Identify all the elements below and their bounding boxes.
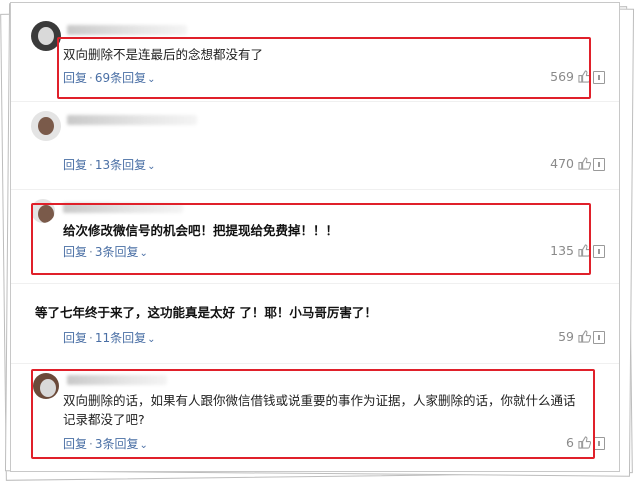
reply-link[interactable]: 回复 · 3条回复⌄ <box>63 243 148 260</box>
like-count: 135 <box>550 243 574 258</box>
report-icon[interactable] <box>593 71 605 84</box>
chevron-down-icon[interactable]: ⌄ <box>147 74 155 85</box>
username-blurred <box>67 375 167 385</box>
chevron-down-icon[interactable]: ⌄ <box>147 161 155 172</box>
like-count: 6 <box>566 435 574 450</box>
like-control[interactable]: 59 <box>558 329 591 344</box>
like-control[interactable]: 6 <box>566 435 591 450</box>
like-count: 59 <box>558 329 574 344</box>
like-control[interactable]: 470 <box>550 156 591 171</box>
reply-count[interactable]: 13条回复 <box>95 158 146 172</box>
reply-link[interactable]: 回复 · 13条回复⌄ <box>63 156 156 173</box>
thumbs-up-icon[interactable] <box>578 157 591 170</box>
comment-item: 双向删除不是连最后的念想都没有了 回复 · 69条回复⌄ 569 <box>11 3 619 99</box>
thumbs-up-icon[interactable] <box>578 330 591 343</box>
avatar[interactable] <box>33 373 59 399</box>
reply-link[interactable]: 回复 · 3条回复⌄ <box>63 435 148 452</box>
like-control[interactable]: 135 <box>550 243 591 258</box>
comment-text: 双向删除的话，如果有人跟你微信借钱或说重要的事作为证据，人家删除的话，你就什么通… <box>63 393 576 427</box>
report-icon[interactable] <box>593 331 605 344</box>
reply-label[interactable]: 回复 <box>63 331 87 345</box>
thumbs-up-icon[interactable] <box>578 436 591 449</box>
comment-text: 双向删除不是连最后的念想都没有了 <box>63 47 264 62</box>
avatar[interactable] <box>31 111 61 141</box>
like-control[interactable]: 569 <box>550 69 591 84</box>
chevron-down-icon[interactable]: ⌄ <box>139 440 147 451</box>
report-icon[interactable] <box>593 158 605 171</box>
comment-item: 给次修改微信号的机会吧！把提现给免费掉！！！ 回复 · 3条回复⌄ 135 <box>11 191 619 275</box>
reply-link[interactable]: 回复 · 11条回复⌄ <box>63 329 156 346</box>
divider <box>11 189 619 190</box>
reply-link[interactable]: 回复 · 69条回复⌄ <box>63 69 156 86</box>
avatar[interactable] <box>31 199 55 223</box>
comment-text: 等了七年终于来了，这功能真是太好 了！耶！小马哥厉害了！ <box>35 305 377 320</box>
report-icon[interactable] <box>593 437 605 450</box>
reply-label[interactable]: 回复 <box>63 71 87 85</box>
comment-item: 回复 · 13条回复⌄ 470 <box>11 103 619 191</box>
username-blurred <box>63 203 183 213</box>
reply-count[interactable]: 69条回复 <box>95 71 146 85</box>
comment-item: 双向删除的话，如果有人跟你微信借钱或说重要的事作为证据，人家删除的话，你就什么通… <box>11 365 619 465</box>
reply-label[interactable]: 回复 <box>63 245 87 259</box>
comment-list: 双向删除不是连最后的念想都没有了 回复 · 69条回复⌄ 569 回复 · 13条回复⌄… <box>10 2 620 472</box>
report-icon[interactable] <box>593 245 605 258</box>
divider <box>11 101 619 102</box>
reply-label[interactable]: 回复 <box>63 437 87 451</box>
reply-count[interactable]: 3条回复 <box>95 245 139 259</box>
divider <box>11 363 619 364</box>
reply-label[interactable]: 回复 <box>63 158 87 172</box>
like-count: 569 <box>550 69 574 84</box>
chevron-down-icon[interactable]: ⌄ <box>147 334 155 345</box>
username-blurred <box>67 115 197 125</box>
comment-item: 等了七年终于来了，这功能真是太好 了！耶！小马哥厉害了！ 回复 · 11条回复⌄ 5… <box>11 285 619 365</box>
chevron-down-icon[interactable]: ⌄ <box>139 248 147 259</box>
username-blurred <box>67 25 187 35</box>
like-count: 470 <box>550 156 574 171</box>
thumbs-up-icon[interactable] <box>578 244 591 257</box>
reply-count[interactable]: 3条回复 <box>95 437 139 451</box>
comment-text: 给次修改微信号的机会吧！把提现给免费掉！！！ <box>63 223 339 238</box>
thumbs-up-icon[interactable] <box>578 70 591 83</box>
divider <box>11 283 619 284</box>
reply-count[interactable]: 11条回复 <box>95 331 146 345</box>
avatar[interactable] <box>31 21 61 51</box>
